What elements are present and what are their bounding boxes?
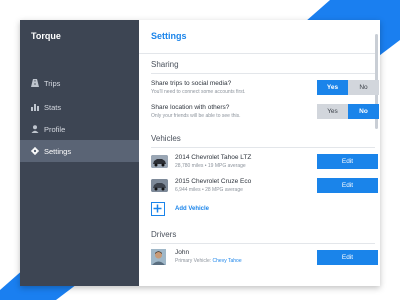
sidebar-item-profile[interactable]: Profile [20,118,139,140]
share-trips-yes-button[interactable]: Yes [317,80,348,95]
sidebar-item-label: Trips [44,79,61,88]
road-icon [31,79,39,87]
person-icon [31,125,39,133]
vehicle-meta: 6,944 miles • 28 MPG average [175,187,243,193]
vehicle-name: 2015 Chevrolet Cruze Eco [175,178,252,185]
divider [139,53,375,54]
share-trips-toggle: Yes No [317,80,379,95]
drivers-heading: Drivers [151,230,177,239]
share-trips-no-button[interactable]: No [348,80,379,95]
car-thumbnail [151,155,168,168]
car-thumbnail [151,179,168,192]
edit-vehicle-button[interactable]: Edit [317,178,378,193]
avatar [151,249,166,265]
vehicle-row: 2015 Chevrolet Cruze Eco 6,944 miles • 2… [151,176,378,196]
share-location-yes-button[interactable]: Yes [317,104,348,119]
sidebar-item-trips[interactable]: Trips [20,72,139,94]
vehicle-meta: 28,780 miles • 19 MPG average [175,163,246,169]
driver-subtitle: Primary Vehicle: Chevy Tahoe [175,258,242,264]
edit-vehicle-button[interactable]: Edit [317,154,378,169]
add-vehicle-button[interactable]: Add Vehicle [151,202,271,220]
sidebar-item-label: Stats [44,103,62,112]
sidebar-item-label: Profile [44,125,66,134]
share-trips-title: Share trips to social media? [151,80,232,87]
divider [151,243,375,244]
edit-driver-button[interactable]: Edit [317,250,378,265]
gear-icon [31,147,39,155]
app-window: Torque Trips Stats Profile Settings Sett… [20,20,380,286]
primary-vehicle-label: Primary Vehicle: [175,258,212,264]
driver-name: John [175,249,190,256]
share-location-title: Share location with others? [151,104,230,111]
plus-icon [151,202,165,216]
bar-chart-icon [31,104,39,111]
share-trips-subtitle: You'll need to connect some accounts fir… [151,89,246,95]
sidebar-item-stats[interactable]: Stats [20,96,139,118]
share-location-subtitle: Only your friends will be able to see th… [151,113,241,119]
page-title: Settings [151,31,187,41]
divider [151,73,375,74]
driver-row: John Primary Vehicle: Chevy Tahoe Edit [151,248,378,268]
share-location-no-button[interactable]: No [348,104,379,119]
app-title: Torque [31,31,61,41]
vehicles-heading: Vehicles [151,134,181,143]
primary-vehicle-link[interactable]: Chevy Tahoe [213,258,242,264]
vehicle-row: 2014 Chevrolet Tahoe LTZ 28,780 miles • … [151,152,378,172]
sidebar: Torque Trips Stats Profile Settings [20,20,139,286]
sidebar-item-settings[interactable]: Settings [20,140,139,162]
vehicle-name: 2014 Chevrolet Tahoe LTZ [175,154,252,161]
add-vehicle-label: Add Vehicle [175,206,210,212]
share-location-toggle: Yes No [317,104,379,119]
main-panel: Settings Sharing Share trips to social m… [139,20,380,286]
divider [151,147,375,148]
sidebar-item-label: Settings [44,147,72,156]
sharing-heading: Sharing [151,60,179,69]
